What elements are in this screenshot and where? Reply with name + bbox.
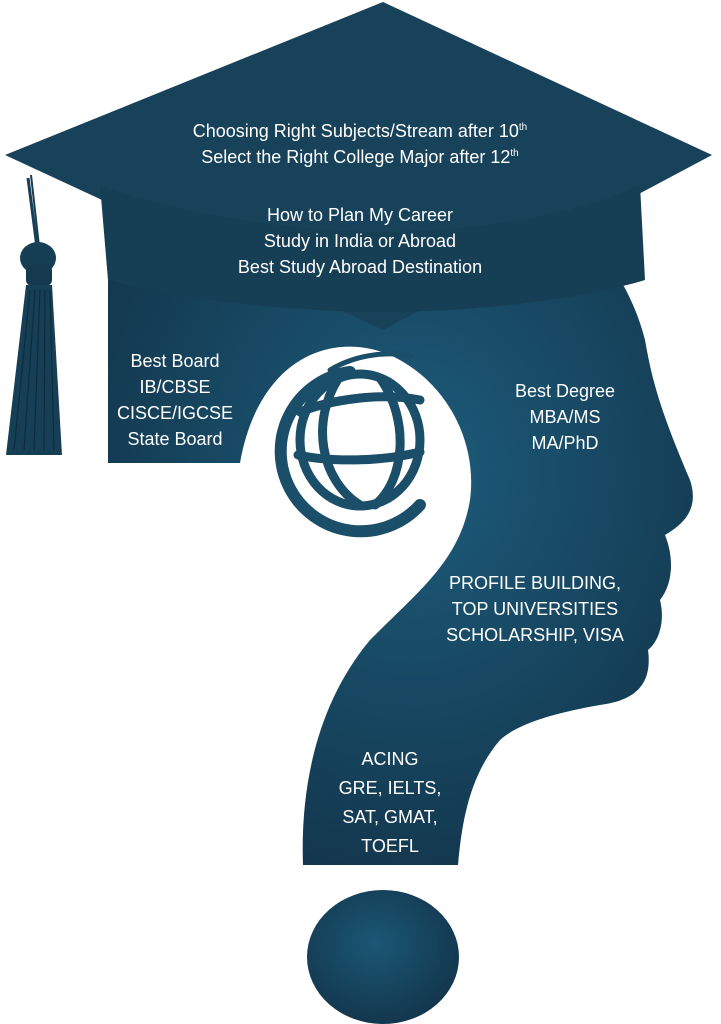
board-text-line3: CISCE/IGCSE bbox=[116, 403, 234, 423]
degree-text-line1: Best Degree bbox=[514, 381, 616, 401]
cap-text: Choosing Right Subjects/Stream after 10t… bbox=[192, 121, 528, 167]
cap-text-line1: Choosing Right Subjects/Stream after 10 bbox=[192, 121, 519, 141]
board-text-line4: State Board bbox=[127, 429, 223, 449]
profile-text-line2: TOP UNIVERSITIES bbox=[451, 599, 619, 619]
tests-text: ACING GRE, IELTS, SAT, GMAT, TOEFL bbox=[320, 745, 460, 861]
career-text-line1: How to Plan My Career bbox=[266, 205, 454, 225]
degree-text-line2: MBA/MS bbox=[529, 407, 601, 427]
tassel-icon bbox=[6, 174, 62, 455]
degree-text-line3: MA/PhD bbox=[531, 433, 599, 453]
career-text-line3: Best Study Abroad Destination bbox=[237, 257, 483, 277]
tests-text-line2: GRE, IELTS, bbox=[338, 778, 442, 798]
question-dot bbox=[307, 890, 459, 1024]
profile-text-line3: SCHOLARSHIP, VISA bbox=[446, 625, 624, 645]
board-text-line2: IB/CBSE bbox=[139, 377, 211, 397]
career-text: How to Plan My Career Study in India or … bbox=[180, 202, 540, 280]
board-text-line1: Best Board bbox=[130, 351, 220, 371]
profile-text: PROFILE BUILDING, TOP UNIVERSITIES SCHOL… bbox=[430, 570, 640, 648]
tests-text-line3: SAT, GMAT, bbox=[342, 807, 438, 827]
cap-text-line2: Select the Right College Major after 12 bbox=[201, 147, 511, 167]
profile-text-line1: PROFILE BUILDING, bbox=[448, 573, 622, 593]
board-text: Best Board IB/CBSE CISCE/IGCSE State Boa… bbox=[110, 348, 240, 452]
tests-text-line4: TOEFL bbox=[361, 836, 419, 856]
globe-icon bbox=[274, 350, 426, 538]
degree-text: Best Degree MBA/MS MA/PhD bbox=[495, 378, 635, 456]
tests-text-line1: ACING bbox=[361, 749, 419, 769]
career-text-line2: Study in India or Abroad bbox=[263, 231, 457, 251]
